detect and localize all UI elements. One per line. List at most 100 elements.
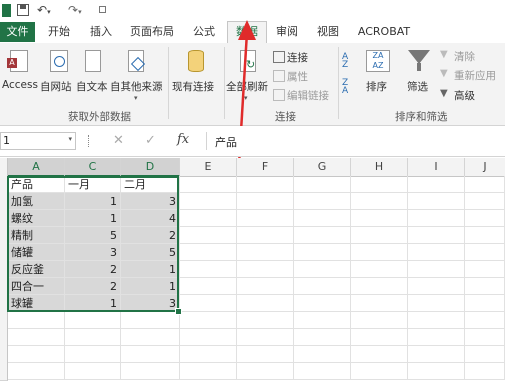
access-button[interactable]: A Access [2,47,38,97]
from-web-button[interactable]: 自网站 [40,47,76,97]
table-cell[interactable]: 3 [121,295,180,312]
empty-cell[interactable] [465,227,505,244]
empty-cell[interactable] [294,193,351,210]
table-header-cell[interactable]: 二月 [121,176,180,193]
empty-cell[interactable] [465,176,505,193]
empty-cell[interactable] [237,329,294,346]
empty-cell[interactable] [121,363,180,380]
empty-cell[interactable] [351,329,408,346]
empty-cell[interactable] [408,176,465,193]
column-header-c[interactable]: C [65,158,121,177]
column-header-i[interactable]: I [408,158,465,177]
save-icon[interactable] [17,4,29,16]
empty-cell[interactable] [180,295,237,312]
column-header-e[interactable]: E [180,158,237,177]
filter-button[interactable]: 筛选 [404,47,434,97]
row-header[interactable] [0,312,8,330]
table-cell[interactable]: 3 [65,244,121,261]
empty-cell[interactable] [465,312,505,329]
table-cell[interactable]: 精制 [8,227,65,244]
sort-button[interactable]: ZA AZ 排序 [362,47,394,97]
tab-home[interactable]: 开始 [42,22,76,42]
empty-cell[interactable] [121,329,180,346]
table-header-cell[interactable]: 产品 [8,176,65,193]
table-cell[interactable]: 1 [65,193,121,210]
table-cell[interactable]: 2 [121,227,180,244]
empty-cell[interactable] [408,227,465,244]
empty-cell[interactable] [121,312,180,329]
table-cell[interactable]: 2 [65,261,121,278]
empty-cell[interactable] [237,312,294,329]
worksheet-grid[interactable]: A C D E F G H I J 产品 一月 二月 加氢 1 3 螺纹 1 4 精制 5 2 储罐 3 5… [0,158,505,381]
empty-cell[interactable] [351,312,408,329]
table-cell[interactable]: 螺纹 [8,210,65,227]
column-header-j[interactable]: J [465,158,505,177]
tab-file[interactable]: 文件 [0,22,35,42]
existing-connections-button[interactable]: 现有连接 [172,47,220,97]
row-header[interactable] [0,329,8,347]
row-header[interactable] [0,346,8,364]
connections-button[interactable]: 连接 [272,49,332,65]
empty-cell[interactable] [237,346,294,363]
empty-cell[interactable] [237,210,294,227]
row-header[interactable] [0,176,8,194]
tab-acrobat[interactable]: ACROBAT [352,22,416,42]
empty-cell[interactable] [8,312,65,329]
drag-handle-icon[interactable] [88,135,91,147]
empty-cell[interactable] [351,193,408,210]
empty-cell[interactable] [294,295,351,312]
row-header[interactable] [0,278,8,296]
table-cell[interactable]: 5 [65,227,121,244]
undo-icon[interactable]: ↶▾ [37,3,51,17]
empty-cell[interactable] [465,261,505,278]
table-cell[interactable]: 加氢 [8,193,65,210]
column-header-h[interactable]: H [351,158,408,177]
column-header-d[interactable]: D [121,158,180,177]
empty-cell[interactable] [465,210,505,227]
row-header[interactable] [0,227,8,245]
table-cell[interactable]: 球罐 [8,295,65,312]
advanced-filter-button[interactable]: ▼ 高级 [440,87,500,103]
redo-icon[interactable]: ↷▾ [68,3,82,17]
table-cell[interactable]: 1 [121,278,180,295]
fill-handle[interactable] [175,308,182,315]
select-all-corner[interactable] [0,158,8,177]
column-header-g[interactable]: G [294,158,351,177]
row-header[interactable] [0,210,8,228]
column-header-f[interactable]: F [237,158,294,177]
table-cell[interactable]: 2 [65,278,121,295]
empty-cell[interactable] [465,193,505,210]
cancel-icon[interactable]: ✕ [113,133,124,148]
empty-cell[interactable] [65,363,121,380]
empty-cell[interactable] [65,346,121,363]
empty-cell[interactable] [237,176,294,193]
empty-cell[interactable] [294,244,351,261]
empty-cell[interactable] [351,210,408,227]
empty-cell[interactable] [237,193,294,210]
empty-cell[interactable] [180,210,237,227]
table-cell[interactable]: 1 [65,295,121,312]
table-cell[interactable]: 储罐 [8,244,65,261]
empty-cell[interactable] [465,244,505,261]
empty-cell[interactable] [294,227,351,244]
empty-cell[interactable] [351,261,408,278]
empty-cell[interactable] [408,193,465,210]
empty-cell[interactable] [237,244,294,261]
empty-cell[interactable] [408,312,465,329]
empty-cell[interactable] [408,210,465,227]
table-cell[interactable]: 5 [121,244,180,261]
table-header-cell[interactable]: 一月 [65,176,121,193]
formula-input[interactable]: 产品 [206,132,505,150]
empty-cell[interactable] [351,244,408,261]
empty-cell[interactable] [294,346,351,363]
empty-cell[interactable] [180,346,237,363]
empty-cell[interactable] [237,278,294,295]
table-cell[interactable]: 4 [121,210,180,227]
table-cell[interactable]: 1 [65,210,121,227]
empty-cell[interactable] [465,278,505,295]
empty-cell[interactable] [465,295,505,312]
tab-review[interactable]: 审阅 [270,22,304,42]
tab-insert[interactable]: 插入 [84,22,118,42]
empty-cell[interactable] [351,295,408,312]
empty-cell[interactable] [237,363,294,380]
